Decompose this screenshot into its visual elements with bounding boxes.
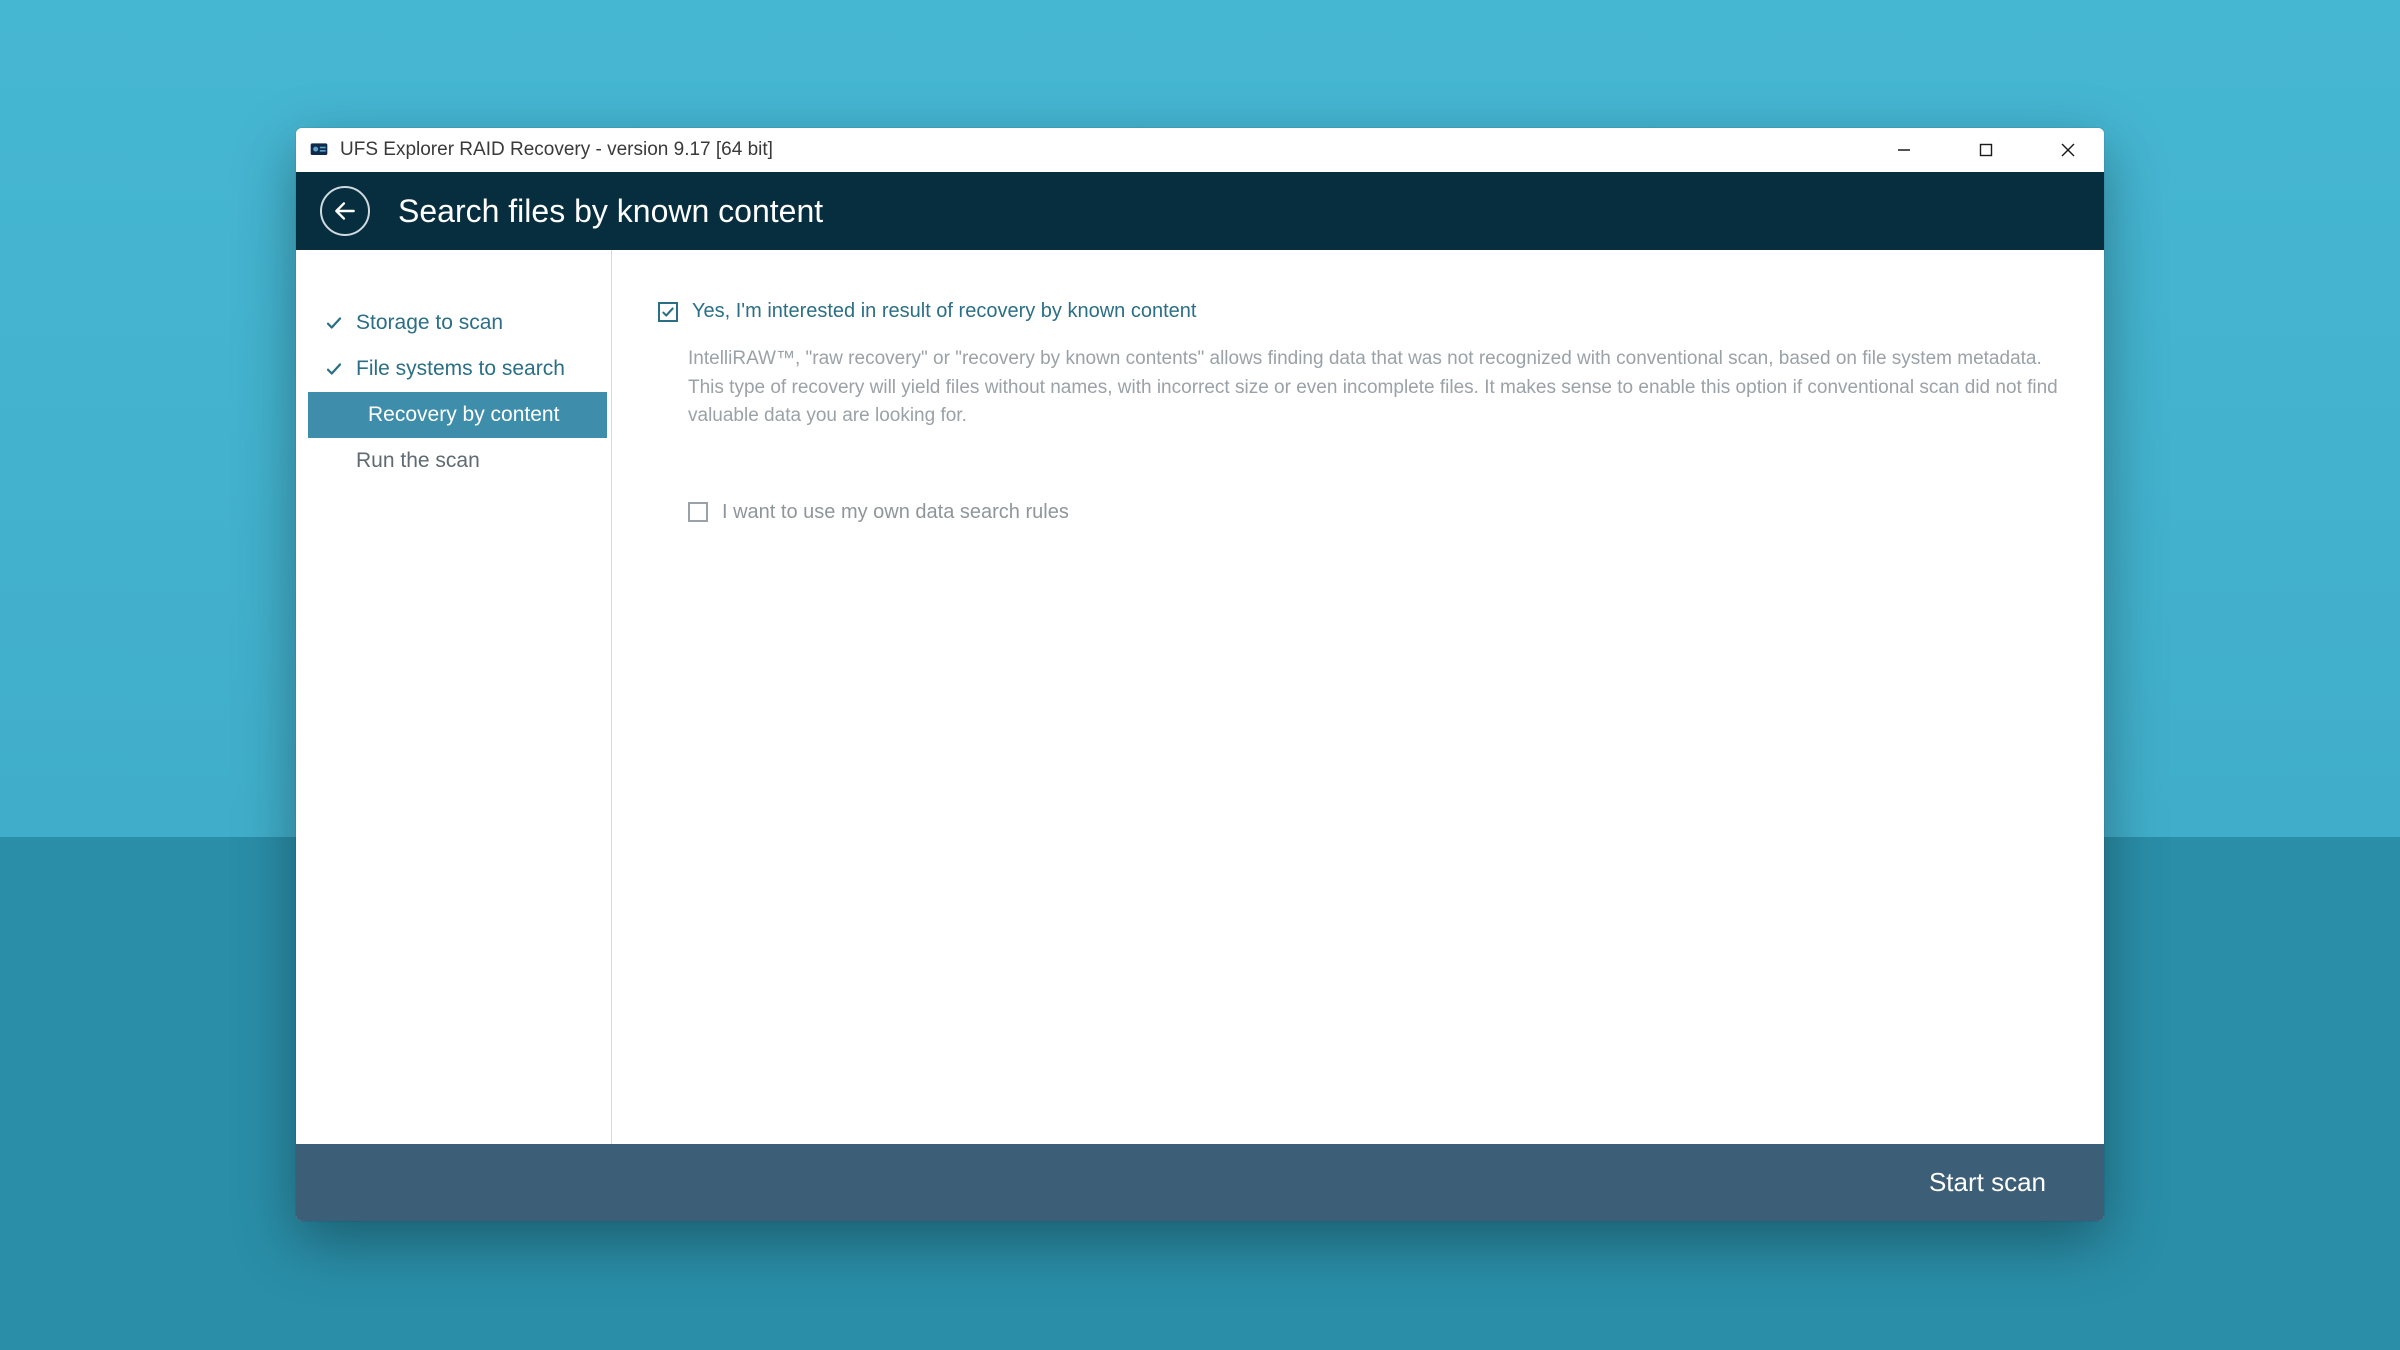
step-label: Storage to scan <box>356 311 503 335</box>
checkbox-label: Yes, I'm interested in result of recover… <box>692 300 1196 323</box>
body: Storage to scan File systems to search R… <box>296 250 2104 1144</box>
wizard-steps-sidebar: Storage to scan File systems to search R… <box>296 250 612 1144</box>
checkbox-label: I want to use my own data search rules <box>722 501 1069 524</box>
content-pane: Yes, I'm interested in result of recover… <box>612 250 2104 1144</box>
step-recovery-by-content[interactable]: Recovery by content <box>308 392 607 438</box>
subheader: Search files by known content <box>296 172 2104 250</box>
app-icon <box>308 139 330 161</box>
start-scan-button[interactable]: Start scan <box>1929 1167 2046 1198</box>
arrow-left-icon <box>332 198 358 224</box>
recovery-by-content-checkbox[interactable] <box>658 302 678 322</box>
window-title: UFS Explorer RAID Recovery - version 9.1… <box>340 139 773 161</box>
check-icon <box>324 359 344 379</box>
checkmark-icon <box>661 305 675 319</box>
app-window: UFS Explorer RAID Recovery - version 9.1… <box>296 128 2104 1221</box>
custom-rules-checkbox[interactable] <box>688 502 708 522</box>
maximize-button[interactable] <box>1950 128 2022 172</box>
step-label: File systems to search <box>356 357 565 381</box>
footer: Start scan <box>296 1144 2104 1221</box>
step-storage-to-scan[interactable]: Storage to scan <box>296 300 611 346</box>
minimize-button[interactable] <box>1868 128 1940 172</box>
step-file-systems-to-search[interactable]: File systems to search <box>296 346 611 392</box>
step-run-the-scan[interactable]: Run the scan <box>296 438 611 484</box>
titlebar: UFS Explorer RAID Recovery - version 9.1… <box>296 128 2104 172</box>
step-label: Recovery by content <box>368 403 559 427</box>
step-label: Run the scan <box>356 449 480 473</box>
check-icon <box>324 313 344 333</box>
page-title: Search files by known content <box>398 193 823 230</box>
close-button[interactable] <box>2032 128 2104 172</box>
description-text: IntelliRAW™, "raw recovery" or "recovery… <box>658 345 2058 431</box>
back-button[interactable] <box>320 186 370 236</box>
